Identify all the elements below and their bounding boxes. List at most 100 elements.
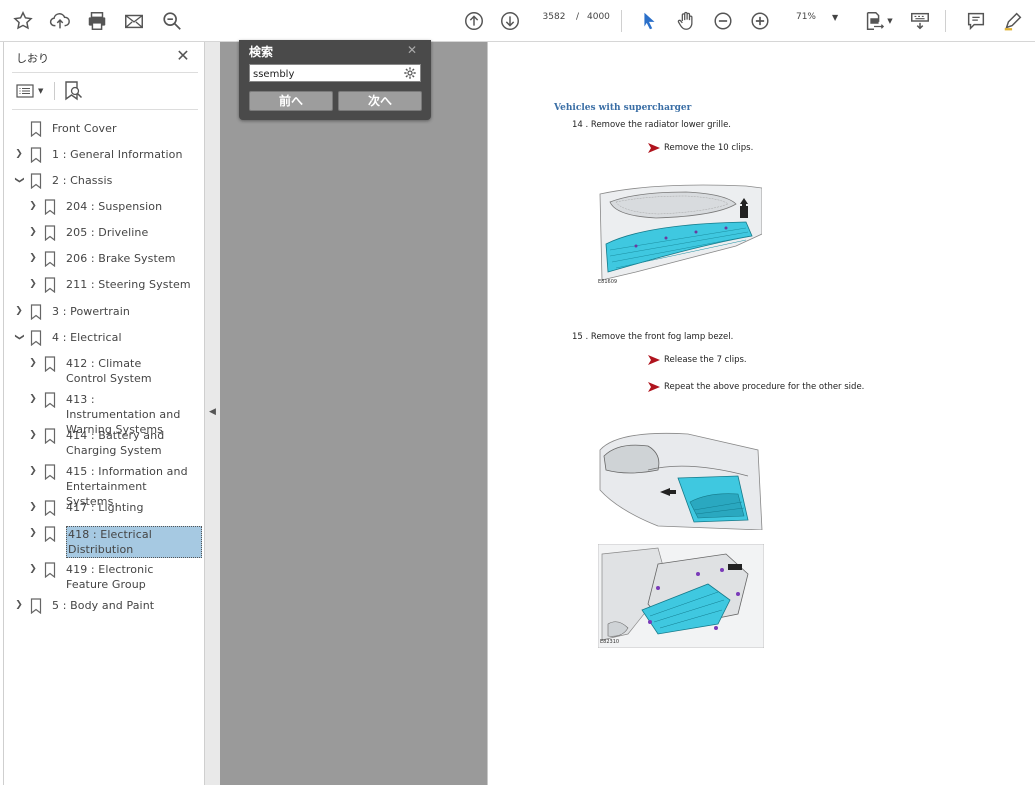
chevron-right-icon[interactable]: ❯	[27, 562, 39, 576]
chevron-right-icon[interactable]: ❯	[27, 526, 39, 540]
find-panel: 検索 ✕ 前へ 次へ	[239, 40, 431, 120]
bookmark-powertrain[interactable]: ❯ 3 : Powertrain	[13, 304, 130, 320]
bookmark-icon	[44, 199, 56, 215]
step-15-substep-1: Release the 7 clips.	[648, 355, 747, 365]
document-page: Vehicles with supercharger 14 . Remove t…	[487, 42, 1035, 785]
mail-icon[interactable]	[121, 8, 147, 34]
grille-illustration	[596, 184, 762, 290]
list-options-icon	[16, 84, 34, 98]
divider	[12, 72, 198, 73]
step-14: 14 . Remove the radiator lower grille.	[572, 120, 732, 130]
bookmark-icon	[44, 251, 56, 267]
bookmark-icon	[44, 392, 56, 408]
find-title: 検索	[249, 45, 274, 59]
bookmark-label: 5 : Body and Paint	[52, 599, 155, 612]
page-number-input[interactable]: 3582	[536, 12, 572, 22]
bookmark-body-paint[interactable]: ❯ 5 : Body and Paint	[13, 598, 154, 614]
step-15-substep-2: Repeat the above procedure for the other…	[648, 382, 864, 392]
chevron-right-icon[interactable]: ❯	[27, 356, 39, 370]
divider	[54, 82, 55, 100]
document-workspace	[220, 42, 487, 785]
chevron-right-icon[interactable]: ❯	[13, 304, 25, 318]
toolbar-divider	[621, 10, 622, 32]
bullet-arrow-icon	[648, 382, 660, 392]
previous-result-button[interactable]: 前へ	[249, 91, 333, 111]
bookmark-label: 204 : Suspension	[66, 200, 163, 213]
divider	[12, 109, 198, 110]
chevron-right-icon[interactable]: ❯	[27, 277, 39, 291]
bookmark-label: 4 : Electrical	[52, 331, 122, 344]
close-icon[interactable]: ✕	[174, 46, 192, 65]
hand-icon[interactable]	[673, 8, 699, 34]
chevron-down-icon[interactable]: ❯	[12, 331, 26, 343]
keyboard-read-icon[interactable]	[907, 8, 933, 34]
bookmark-label: 1 : General Information	[52, 148, 183, 161]
main-toolbar: 3582 / 4000 71% ▼ ▼	[0, 0, 1035, 42]
chevron-right-icon[interactable]: ❯	[13, 147, 25, 161]
bookmark-icon	[30, 304, 42, 320]
zoom-in-icon[interactable]	[747, 8, 773, 34]
page-up-icon[interactable]	[461, 8, 487, 34]
bookmark-label: 3 : Powertrain	[52, 305, 130, 318]
bookmark-general-information[interactable]: ❯ 1 : General Information	[13, 147, 183, 163]
figure-code: E81609	[598, 279, 618, 285]
bookmark-suspension[interactable]: ❯ 204 : Suspension	[27, 199, 162, 215]
collapse-panel-icon[interactable]: ◀	[209, 407, 216, 417]
chevron-right-icon[interactable]: ❯	[27, 199, 39, 213]
zoom-out-icon[interactable]	[710, 8, 736, 34]
panel-title: しおり	[16, 52, 49, 65]
pen-icon[interactable]	[1000, 8, 1026, 34]
figure-code: E82310	[600, 639, 620, 645]
bookmark-electronic-feature-group[interactable]: ❯ 419 : Electronic Feature Group	[27, 562, 197, 592]
bookmark-electrical[interactable]: ❯ 4 : Electrical	[13, 330, 122, 346]
print-icon[interactable]	[84, 8, 110, 34]
bookmark-label: 206 : Brake System	[66, 252, 176, 265]
chevron-right-icon[interactable]: ❯	[27, 428, 39, 442]
search-input[interactable]	[249, 64, 421, 82]
bookmark-electrical-distribution[interactable]: ❯ 418 : Electrical Distribution	[27, 526, 202, 558]
fog-lamp-inner-illustration	[598, 544, 764, 648]
gear-icon[interactable]	[403, 66, 417, 80]
bookmark-steering-system[interactable]: ❯ 211 : Steering System	[27, 277, 191, 293]
select-cursor-icon[interactable]	[636, 8, 662, 34]
find-bookmark-icon[interactable]	[62, 80, 84, 102]
zoom-level[interactable]: 71%	[790, 12, 822, 22]
chevron-down-icon[interactable]: ❯	[12, 174, 26, 186]
bookmark-icon	[44, 277, 56, 293]
bookmark-battery-charging[interactable]: ❯ 414 : Battery and Charging System	[27, 428, 187, 458]
substep-text: Repeat the above procedure for the other…	[664, 382, 865, 392]
zoom-search-icon[interactable]	[159, 8, 185, 34]
next-result-button[interactable]: 次へ	[338, 91, 422, 111]
options-menu-button[interactable]: ▼	[16, 82, 46, 100]
bookmark-label: Front Cover	[52, 122, 117, 135]
bookmark-brake-system[interactable]: ❯ 206 : Brake System	[27, 251, 176, 267]
close-icon[interactable]: ✕	[407, 43, 417, 57]
bookmark-label: 417 : Lighting	[66, 501, 144, 514]
bookmark-label: 412 : Climate Control System	[66, 357, 152, 385]
bookmark-chassis[interactable]: ❯ 2 : Chassis	[13, 173, 112, 189]
star-icon[interactable]	[10, 8, 36, 34]
bookmark-label: 414 : Battery and Charging System	[66, 429, 165, 457]
chevron-right-icon[interactable]: ❯	[13, 598, 25, 612]
bookmark-front-cover[interactable]: Front Cover	[13, 121, 117, 137]
bookmark-driveline[interactable]: ❯ 205 : Driveline	[27, 225, 148, 241]
chevron-right-icon[interactable]: ❯	[27, 464, 39, 478]
comment-icon[interactable]	[963, 8, 989, 34]
fit-dropdown-icon[interactable]: ▼	[884, 8, 896, 34]
chevron-right-icon[interactable]: ❯	[27, 225, 39, 239]
step-14-substep: Remove the 10 clips.	[648, 143, 753, 153]
cloud-upload-icon[interactable]	[47, 8, 73, 34]
bookmark-climate-control[interactable]: ❯ 412 : Climate Control System	[27, 356, 187, 386]
page-down-icon[interactable]	[497, 8, 523, 34]
fog-lamp-bezel-illustration	[598, 430, 764, 530]
bookmark-icon	[44, 464, 56, 480]
bullet-arrow-icon	[648, 143, 660, 153]
bookmark-lighting[interactable]: ❯ 417 : Lighting	[27, 500, 144, 516]
zoom-dropdown-icon[interactable]: ▼	[832, 13, 838, 22]
bookmark-icon	[30, 330, 42, 346]
bookmark-icon	[44, 526, 56, 542]
bookmark-icon	[44, 225, 56, 241]
chevron-right-icon[interactable]: ❯	[27, 500, 39, 514]
chevron-right-icon[interactable]: ❯	[27, 392, 39, 406]
chevron-right-icon[interactable]: ❯	[27, 251, 39, 265]
